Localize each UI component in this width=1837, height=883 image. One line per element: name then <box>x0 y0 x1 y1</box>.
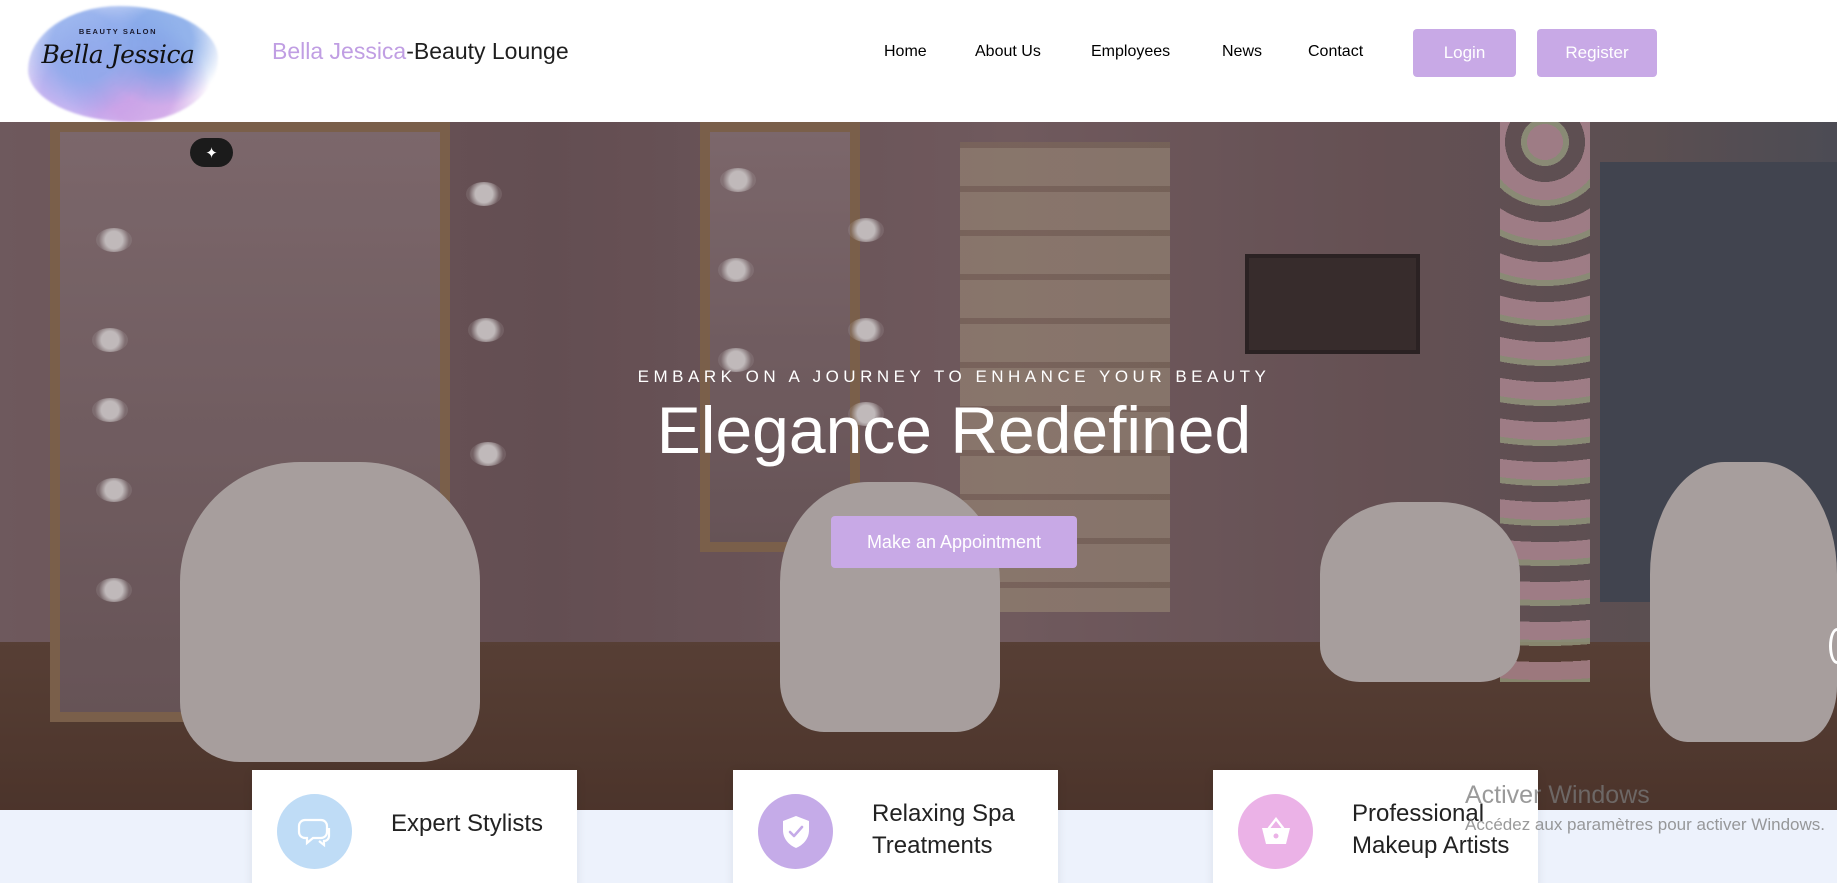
hero-banner: ✦ EMBARK ON A JOURNEY TO ENHANCE YOUR BE… <box>0 122 1837 810</box>
feature-card-relaxing-spa[interactable]: Relaxing Spa Treatments <box>733 770 1058 883</box>
brand-name[interactable]: Bella Jessica-Beauty Lounge <box>272 38 569 65</box>
brand-name-accent: Bella Jessica <box>272 38 407 64</box>
nav-news[interactable]: News <box>1222 43 1262 61</box>
hero-title: Elegance Redefined <box>656 393 1252 467</box>
logo-script-name: Bella Jessica <box>41 40 195 69</box>
logo-tagline: BEAUTY SALON <box>78 27 158 36</box>
shield-check-icon <box>758 794 833 869</box>
brand-name-rest: -Beauty Lounge <box>406 38 569 64</box>
magic-wand-icon[interactable]: ✦ <box>190 138 233 167</box>
site-header: BEAUTY SALON Bella Jessica Bella Jessica… <box>0 0 1837 122</box>
feature-label-line2: Treatments <box>872 832 993 859</box>
nav-employees[interactable]: Employees <box>1091 43 1170 61</box>
nav-home[interactable]: Home <box>884 43 927 61</box>
chat-bubbles-icon <box>277 794 352 869</box>
feature-label-line1: Relaxing Spa <box>872 800 1015 827</box>
register-button[interactable]: Register <box>1537 29 1657 77</box>
basket-icon <box>1238 794 1313 869</box>
login-button[interactable]: Login <box>1413 29 1516 77</box>
feature-label: Expert Stylists <box>391 810 544 837</box>
nav-contact[interactable]: Contact <box>1308 43 1363 61</box>
nav-about-us[interactable]: About Us <box>975 43 1041 61</box>
feature-label: Relaxing Spa Treatments <box>872 798 1015 862</box>
make-appointment-button[interactable]: Make an Appointment <box>831 516 1077 568</box>
feature-card-expert-stylists[interactable]: Expert Stylists <box>252 770 577 883</box>
site-logo[interactable]: BEAUTY SALON Bella Jessica <box>28 6 218 122</box>
hero-subtitle: EMBARK ON A JOURNEY TO ENHANCE YOUR BEAU… <box>637 367 1271 386</box>
windows-activation-title: Activer Windows <box>1465 781 1650 809</box>
windows-activation-subtitle: Accédez aux paramètres pour activer Wind… <box>1465 815 1825 834</box>
